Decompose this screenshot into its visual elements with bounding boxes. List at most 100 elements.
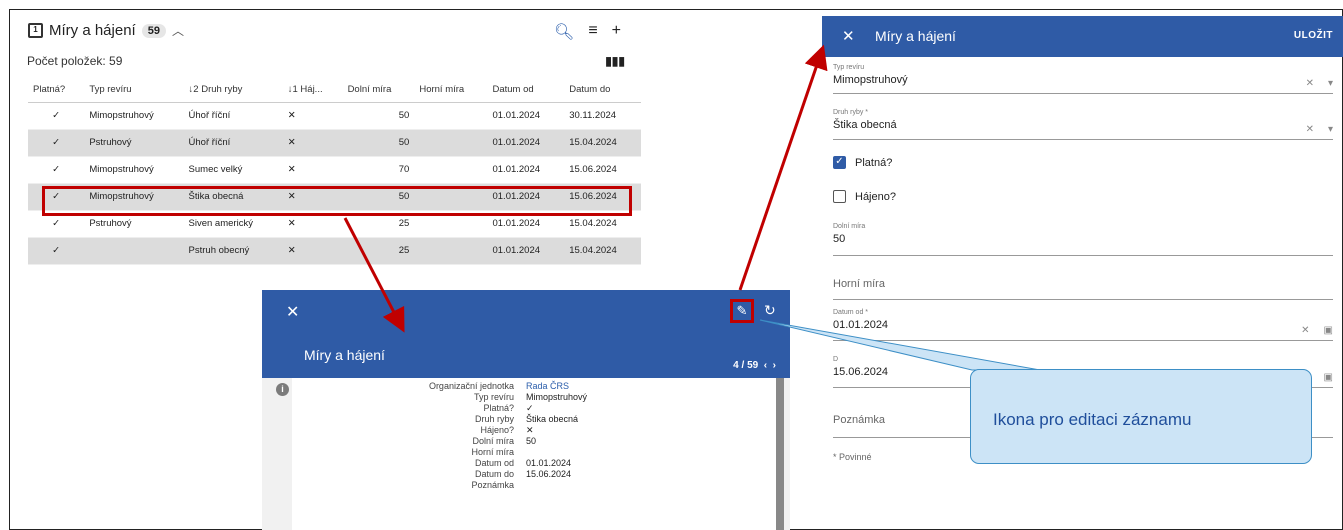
clear-icon[interactable]: ✕ [1306, 78, 1314, 89]
cell-dolni: 70 [342, 156, 415, 184]
hajeno-checkbox[interactable]: Hájeno? [833, 190, 896, 203]
field-label: Typ revíru [833, 64, 865, 71]
columns-icon[interactable]: ▮▮▮ [605, 54, 625, 68]
col-dolni-mira[interactable]: Dolní míra [342, 78, 415, 103]
col-horni-mira[interactable]: Horní míra [414, 78, 488, 103]
chevron-down-icon[interactable]: ▾ [1328, 124, 1333, 135]
detail-value: 50 [526, 436, 537, 446]
pager-position: 4 / 59 [733, 360, 759, 371]
info-icon[interactable]: i [276, 383, 289, 396]
table-actions: 🔍︎ ≡ + [554, 22, 621, 42]
field-label: D [833, 356, 839, 363]
refresh-icon[interactable]: ↻ [764, 302, 776, 319]
detail-label: Datum od [474, 458, 514, 468]
item-count-label: Počet položek: 59 [27, 54, 123, 68]
edit-pencil-icon[interactable]: ✎ [730, 299, 754, 323]
cell-do: 15.04.2024 [564, 237, 641, 265]
detail-label: Horní míra [471, 447, 514, 457]
detail-label: Platná? [483, 403, 514, 413]
field-placeholder: Horní míra [833, 278, 885, 290]
list-menu-icon[interactable]: ≡ [588, 22, 597, 42]
dolni-mira-field[interactable]: Dolní míra 50 [833, 223, 1333, 256]
checkbox-unchecked-icon[interactable] [833, 190, 846, 203]
detail-value: Štika obecná [526, 414, 579, 424]
cell-platna: ✓ [28, 129, 85, 157]
table-row[interactable]: ✓ Mimopstruhový Sumec velký ✕ 70 01.01.2… [28, 156, 641, 184]
cell-horni [414, 156, 488, 184]
cell-dolni: 50 [342, 129, 415, 157]
cell-druh: Úhoř říční [183, 129, 283, 157]
cell-platna: ✓ [28, 156, 85, 184]
table-row[interactable]: ✓ Pstruhový Úhoř říční ✕ 50 01.01.2024 1… [28, 129, 641, 157]
detail-row: Dolní míra 50 [292, 436, 776, 447]
col-datum-od[interactable]: Datum od [487, 78, 565, 103]
col-druh-ryby[interactable]: ↓2 Druh ryby [183, 78, 283, 103]
table-row[interactable]: ✓ Mimopstruhový Úhoř říční ✕ 50 01.01.20… [28, 102, 641, 130]
cell-horni [414, 237, 488, 265]
record-pager: 4 / 59 ‹ › [733, 360, 776, 371]
cell-od: 01.01.2024 [487, 237, 565, 265]
detail-row: Horní míra [292, 447, 776, 458]
field-value: 50 [833, 233, 846, 245]
cell-hajeno: ✕ [282, 102, 343, 130]
detail-value-link[interactable]: Rada ČRS [526, 381, 569, 391]
detail-header: ✕ ✎ ↻ Míry a hájení 4 / 59 ‹ › [262, 290, 790, 378]
detail-row: Platná? ✓ [292, 403, 776, 414]
col-platna[interactable]: Platná? [28, 78, 85, 103]
col-datum-do[interactable]: Datum do [564, 78, 641, 103]
cell-do: 15.06.2024 [564, 156, 641, 184]
table-title: Míry a hájení [49, 22, 136, 39]
detail-row: Typ revíru Mimopstruhový [292, 392, 776, 403]
checkbox-label: Hájeno? [855, 190, 896, 203]
calendar-icon[interactable]: ▣ [1324, 325, 1333, 336]
callout-text: Ikona pro editaci záznamu [993, 410, 1192, 429]
calendar-icon[interactable]: ▣ [1324, 372, 1333, 383]
cell-do: 15.04.2024 [564, 129, 641, 157]
detail-value: ✕ [526, 425, 534, 435]
table-header: 1 Míry a hájení 59 ︿ 🔍︎ ≡ + [13, 16, 639, 46]
chevron-down-icon[interactable]: ▾ [1328, 78, 1333, 89]
druh-ryby-select[interactable]: Druh ryby * Štika obecná ✕ ▾ [833, 109, 1333, 140]
table-header-row: Platná? Typ revíru ↓2 Druh ryby ↓1 Háj..… [28, 78, 641, 103]
save-button[interactable]: ULOŽIT [1294, 30, 1333, 41]
detail-label: Dolní míra [472, 436, 514, 446]
add-icon[interactable]: + [612, 22, 621, 42]
cell-platna: ✓ [28, 237, 85, 265]
clear-icon[interactable]: ✕ [1301, 325, 1309, 336]
detail-label: Hájeno? [480, 425, 514, 435]
cell-dolni: 50 [342, 102, 415, 130]
detail-row: Hájeno? ✕ [292, 425, 776, 436]
next-record-icon[interactable]: › [773, 360, 776, 371]
col-hajeno[interactable]: ↓1 Háj... [282, 78, 343, 103]
detail-value: 15.06.2024 [526, 469, 572, 479]
search-icon[interactable]: 🔍︎ [554, 22, 574, 42]
col-typ-reviru[interactable]: Typ revíru [84, 78, 184, 103]
platna-checkbox[interactable]: ✓ Platná? [833, 156, 892, 169]
count-badge: 59 [141, 23, 166, 38]
detail-title: Míry a hájení [304, 347, 385, 363]
required-note: * Povinné [833, 452, 872, 462]
field-label: Dolní míra [833, 223, 866, 230]
horni-mira-field[interactable]: Horní míra [833, 278, 1333, 300]
cell-horni [414, 102, 488, 130]
form-header: ✕ Míry a hájení ULOŽIT [822, 16, 1343, 57]
table-title-group: 1 Míry a hájení 59 ︿ [28, 22, 184, 39]
clear-icon[interactable]: ✕ [1306, 124, 1314, 135]
detail-label: Datum do [474, 469, 514, 479]
callout-box: Ikona pro editaci záznamu [970, 369, 1312, 464]
detail-scrollbar[interactable] [776, 378, 784, 530]
prev-record-icon[interactable]: ‹ [761, 360, 770, 371]
datum-od-field[interactable]: Datum od * 01.01.2024 ✕ ▣ [833, 309, 1333, 341]
cell-hajeno: ✕ [282, 129, 343, 157]
typ-reviru-select[interactable]: Typ revíru Mimopstruhový ✕ ▾ [833, 64, 1333, 94]
cell-dolni: 25 [342, 237, 415, 265]
close-icon[interactable]: ✕ [286, 302, 299, 322]
cell-od: 01.01.2024 [487, 102, 565, 130]
collapse-chevron-icon[interactable]: ︿ [172, 22, 184, 39]
close-icon[interactable]: ✕ [842, 27, 855, 45]
detail-value: ✓ [526, 403, 534, 413]
checkbox-checked-icon[interactable]: ✓ [833, 156, 846, 169]
table-row[interactable]: ✓ Pstruh obecný ✕ 25 01.01.2024 15.04.20… [28, 237, 641, 265]
cell-typ: Mimopstruhový [84, 102, 184, 130]
detail-body: i Organizační jednotka Rada ČRS Typ revír… [262, 378, 790, 530]
